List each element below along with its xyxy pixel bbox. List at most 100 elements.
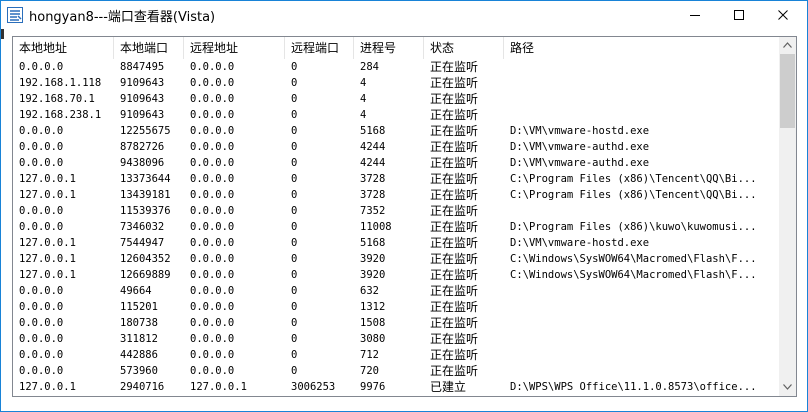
cell-local-port: 13439181 [120, 189, 171, 201]
table-row[interactable]: 0.0.0.0 9438096 0.0.0.0 0 4244 正在监听 D:\VM\vmwa… [13, 155, 777, 171]
cell-state: 正在监听 [430, 156, 479, 170]
scroll-down-button[interactable] [779, 379, 796, 396]
cell-path [504, 107, 777, 123]
cell-remote-port: 0 [291, 61, 298, 73]
cell-state: 正在监听 [430, 204, 479, 218]
cell-local-port: 9438096 [120, 157, 165, 169]
table-row[interactable]: 127.0.0.1 12669889 0.0.0.0 0 3920 正在监听 C:\Wind… [13, 267, 777, 283]
table-row[interactable]: 0.0.0.0 11539376 0.0.0.0 0 7352 正在监听 [13, 203, 777, 219]
cell-state: 正在监听 [430, 364, 479, 378]
table-row[interactable]: 0.0.0.0 12255675 0.0.0.0 0 5168 正在监听 D:\VM\vmw… [13, 123, 777, 139]
app-logo-icon[interactable] [7, 7, 23, 23]
cell-remote-address: 0.0.0.0 [190, 125, 235, 137]
cell-remote-address: 0.0.0.0 [190, 269, 235, 281]
cell-state: 正在监听 [430, 284, 479, 298]
cell-pid: 4 [360, 93, 367, 105]
cell-path [504, 91, 777, 107]
table-row[interactable]: 127.0.0.1 2940716 127.0.0.1 3006253 9976 已建立 D… [13, 379, 777, 395]
cell-remote-port: 0 [291, 301, 298, 313]
cell-path: C:\Program Files (x86)\Tencent\QQ\Bi... [510, 173, 757, 185]
cell-pid: 4244 [360, 157, 386, 169]
cell-path [504, 283, 777, 299]
cell-remote-address: 0.0.0.0 [190, 221, 235, 233]
cell-local-port: 9109643 [120, 77, 165, 89]
table-row[interactable]: 127.0.0.1 13439181 0.0.0.0 0 3728 正在监听 C:\Prog… [13, 187, 777, 203]
minimize-button[interactable] [673, 1, 717, 29]
cell-path [504, 299, 777, 315]
list-body: 0.0.0.0 8847495 0.0.0.0 0 284 正在监听 192.168.1.1… [13, 59, 777, 395]
cell-local-address: 127.0.0.1 [19, 237, 76, 249]
table-row[interactable]: 127.0.0.1 7544947 0.0.0.0 0 5168 正在监听 D:\VM\vm… [13, 235, 777, 251]
cell-pid: 3920 [360, 269, 386, 281]
table-row[interactable]: 0.0.0.0 49664 0.0.0.0 0 632 正在监听 [13, 283, 777, 299]
cell-local-port: 8847495 [120, 61, 165, 73]
cell-remote-port: 0 [291, 189, 298, 201]
cell-pid: 3728 [360, 173, 386, 185]
cell-remote-address: 0.0.0.0 [190, 93, 235, 105]
cell-remote-address: 0.0.0.0 [190, 365, 235, 377]
column-header-local-port[interactable]: 本地端口 [114, 37, 184, 59]
cell-local-port: 9109643 [120, 93, 165, 105]
column-header-local-address[interactable]: 本地地址 [13, 37, 114, 59]
table-row[interactable]: 192.168.1.118 9109643 0.0.0.0 0 4 正在监听 [13, 75, 777, 91]
minimize-icon [690, 15, 700, 16]
cell-local-address: 192.168.238.1 [19, 109, 102, 121]
cell-state: 正在监听 [430, 60, 479, 74]
cell-remote-port: 0 [291, 285, 298, 297]
cell-path: C:\Program Files (x86)\Tencent\QQ\Bi... [510, 189, 757, 201]
cell-local-address: 127.0.0.1 [19, 269, 76, 281]
table-row[interactable]: 0.0.0.0 7346032 0.0.0.0 0 11008 正在监听 D:\Progra… [13, 219, 777, 235]
table-row[interactable]: 0.0.0.0 115201 0.0.0.0 0 1312 正在监听 [13, 299, 777, 315]
scrollbar-thumb[interactable] [780, 54, 795, 128]
cell-local-port: 49664 [120, 285, 152, 297]
scroll-up-button[interactable] [779, 37, 796, 54]
cell-pid: 720 [360, 365, 379, 377]
table-row[interactable]: 127.0.0.1 12604352 0.0.0.0 0 3920 正在监听 C:\Wind… [13, 251, 777, 267]
table-row[interactable]: 0.0.0.0 573960 0.0.0.0 0 720 正在监听 [13, 363, 777, 379]
table-row[interactable]: 192.168.70.1 9109643 0.0.0.0 0 4 正在监听 [13, 91, 777, 107]
cell-path: C:\Windows\SysWOW64\Macromed\Flash\F... [510, 269, 757, 281]
cell-local-address: 0.0.0.0 [19, 301, 64, 313]
vertical-scrollbar[interactable] [779, 37, 796, 396]
cell-pid: 284 [360, 61, 379, 73]
cell-path [504, 363, 777, 379]
cell-state: 正在监听 [430, 172, 479, 186]
cell-path: D:\VM\vmware-authd.exe [510, 157, 650, 169]
cell-state: 正在监听 [430, 108, 479, 122]
close-button[interactable] [761, 1, 805, 29]
cell-pid: 632 [360, 285, 379, 297]
title-bar[interactable]: hongyan8---端口查看器(Vista) [1, 1, 807, 29]
cell-pid: 5168 [360, 125, 386, 137]
table-row[interactable]: 0.0.0.0 8847495 0.0.0.0 0 284 正在监听 [13, 59, 777, 75]
cell-local-address: 127.0.0.1 [19, 253, 76, 265]
table-row[interactable]: 127.0.0.1 13373644 0.0.0.0 0 3728 正在监听 C:\Prog… [13, 171, 777, 187]
cell-remote-port: 3006253 [291, 381, 336, 393]
table-row[interactable]: 0.0.0.0 311812 0.0.0.0 0 3080 正在监听 [13, 331, 777, 347]
column-header-remote-port[interactable]: 远程端口 [285, 37, 354, 59]
cell-local-port: 8782726 [120, 141, 165, 153]
cell-pid: 4244 [360, 141, 386, 153]
cell-state: 正在监听 [430, 124, 479, 138]
maximize-button[interactable] [717, 1, 761, 29]
port-list[interactable]: 本地地址 本地端口 远程地址 远程端口 进程号 状态 路径 0.0.0.0 884… [12, 36, 797, 397]
chevron-down-icon [783, 384, 792, 390]
cell-remote-address: 0.0.0.0 [190, 349, 235, 361]
cell-local-port: 7346032 [120, 221, 165, 233]
cell-pid: 5168 [360, 237, 386, 249]
table-row[interactable]: 192.168.238.1 9109643 0.0.0.0 0 4 正在监听 [13, 107, 777, 123]
cell-state: 已建立 [430, 380, 467, 394]
cell-state: 正在监听 [430, 316, 479, 330]
cell-remote-address: 0.0.0.0 [190, 189, 235, 201]
column-header-state[interactable]: 状态 [424, 37, 504, 59]
cell-local-address: 0.0.0.0 [19, 205, 64, 217]
column-header-pid[interactable]: 进程号 [354, 37, 424, 59]
table-row[interactable]: 0.0.0.0 442886 0.0.0.0 0 712 正在监听 [13, 347, 777, 363]
cell-remote-port: 0 [291, 109, 298, 121]
cell-remote-port: 0 [291, 157, 298, 169]
table-row[interactable]: 0.0.0.0 8782726 0.0.0.0 0 4244 正在监听 D:\VM\vmwa… [13, 139, 777, 155]
cell-remote-address: 0.0.0.0 [190, 253, 235, 265]
column-header-remote-address[interactable]: 远程地址 [184, 37, 285, 59]
table-row[interactable]: 0.0.0.0 180738 0.0.0.0 0 1508 正在监听 [13, 315, 777, 331]
column-header-path[interactable]: 路径 [504, 37, 777, 59]
cell-pid: 712 [360, 349, 379, 361]
